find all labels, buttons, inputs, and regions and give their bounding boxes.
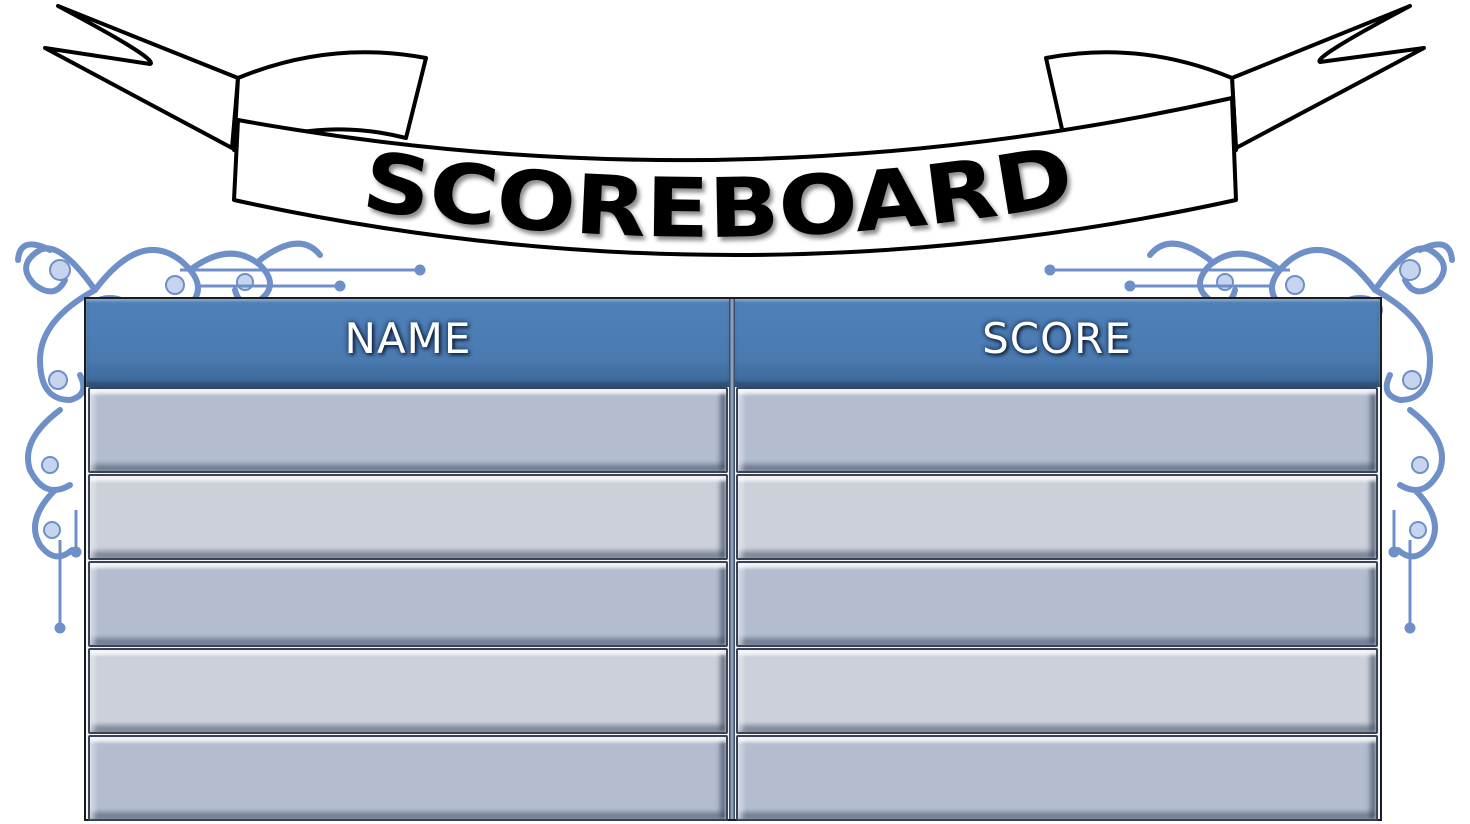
name-cell-text bbox=[90, 737, 726, 819]
name-cell[interactable] bbox=[88, 648, 728, 734]
score-cell[interactable] bbox=[736, 735, 1378, 821]
name-cell[interactable] bbox=[88, 735, 728, 821]
score-cell-text bbox=[738, 389, 1376, 471]
score-cell[interactable] bbox=[736, 387, 1378, 473]
score-cell[interactable] bbox=[736, 474, 1378, 560]
score-cell[interactable] bbox=[736, 561, 1378, 647]
column-divider bbox=[729, 299, 735, 819]
name-cell-text bbox=[90, 563, 726, 645]
score-cell-text bbox=[738, 563, 1376, 645]
name-cell[interactable] bbox=[88, 387, 728, 473]
name-cell-text bbox=[90, 476, 726, 558]
name-cell-text bbox=[90, 650, 726, 732]
score-cell-text bbox=[738, 476, 1376, 558]
scoreboard-table: NAME SCORE bbox=[84, 297, 1382, 821]
name-cell-text bbox=[90, 389, 726, 471]
header-score: SCORE bbox=[734, 299, 1380, 387]
score-cell-text bbox=[738, 737, 1376, 819]
score-cell[interactable] bbox=[736, 648, 1378, 734]
banner-title: SCOREBOARD bbox=[357, 129, 1080, 257]
score-cell-text bbox=[738, 650, 1376, 732]
header-name: NAME bbox=[86, 299, 730, 387]
header-score-label: SCORE bbox=[982, 313, 1132, 363]
name-cell[interactable] bbox=[88, 474, 728, 560]
name-cell[interactable] bbox=[88, 561, 728, 647]
header-name-label: NAME bbox=[344, 313, 472, 363]
